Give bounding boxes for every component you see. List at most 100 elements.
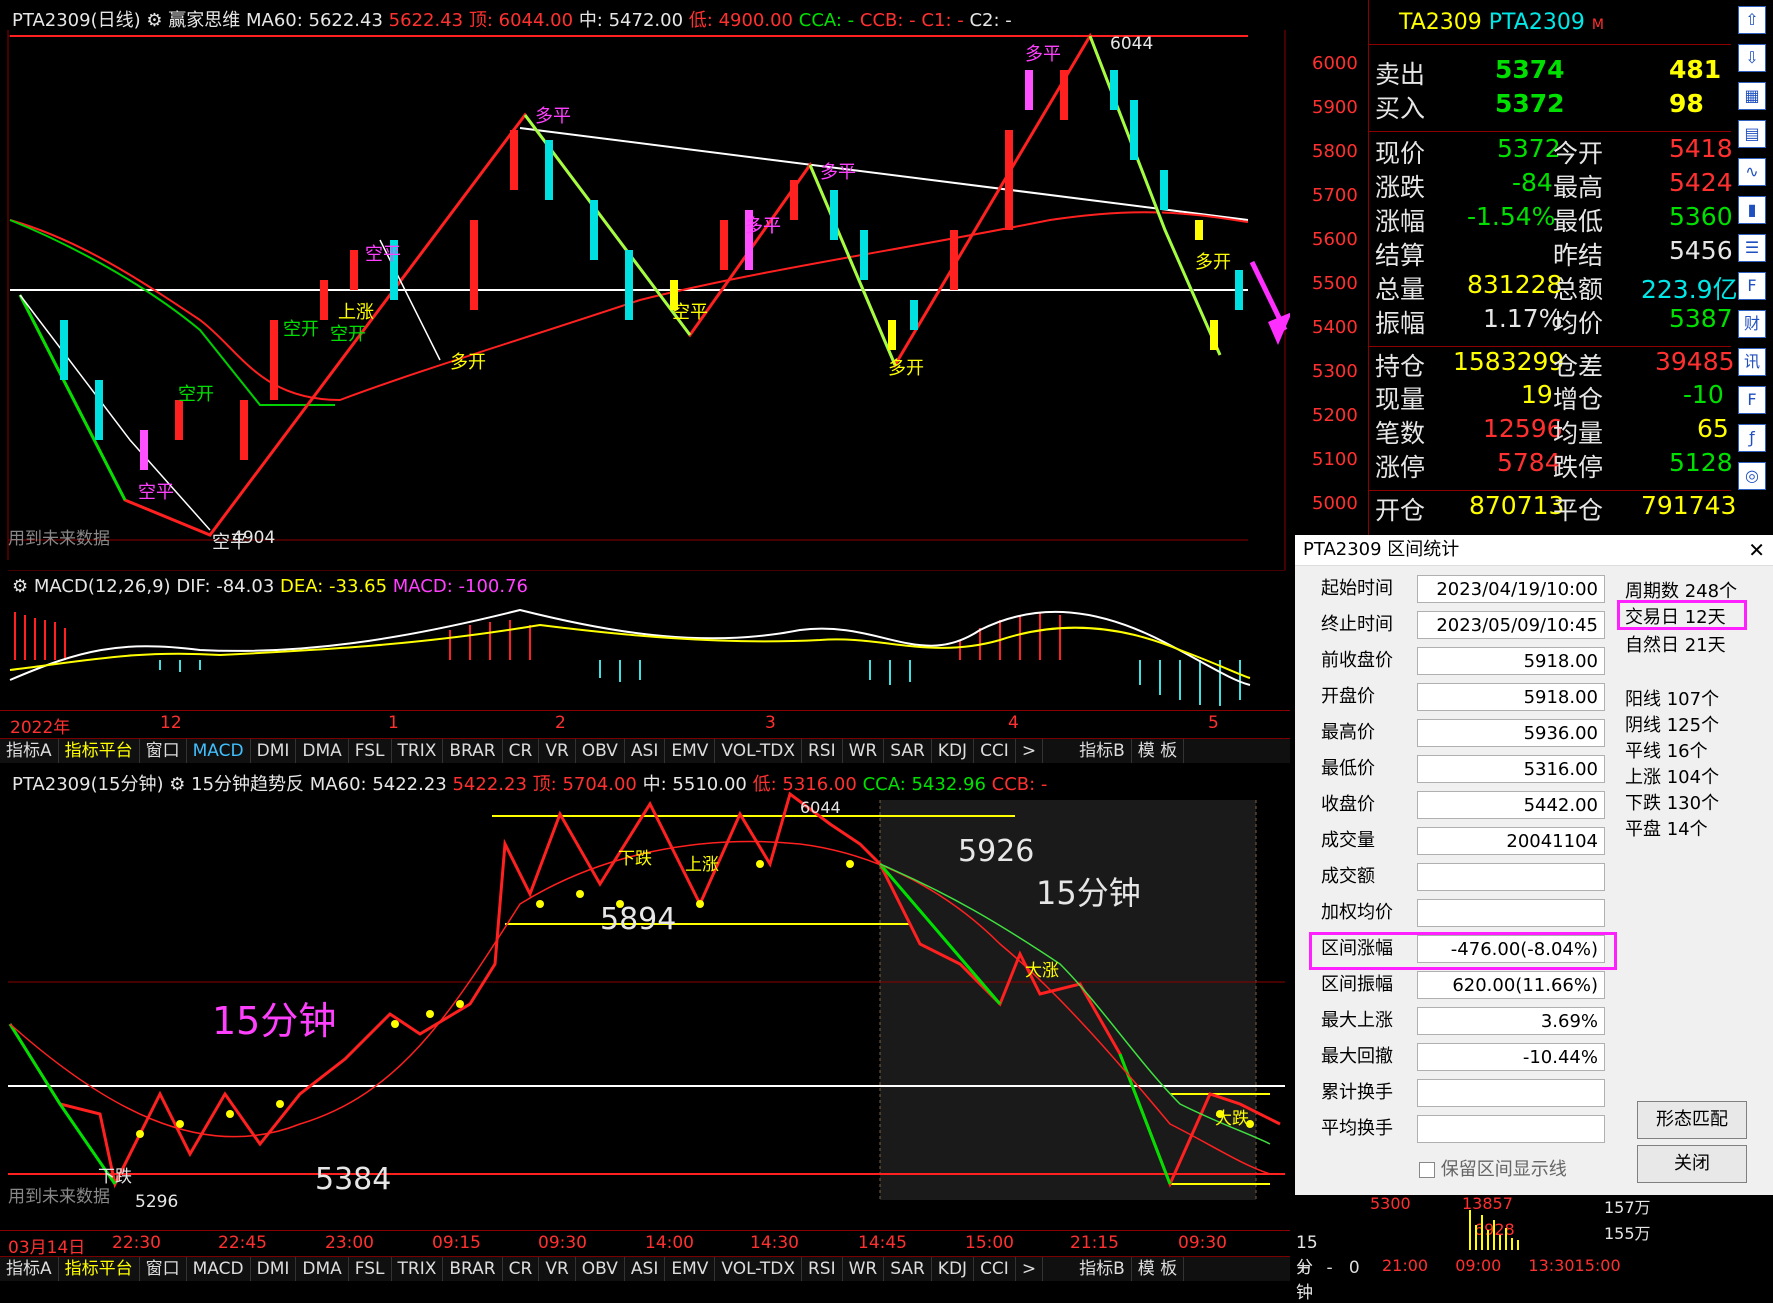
min15-indicator-name[interactable]: 15分钟趋势反 [191, 774, 304, 795]
tab-dmi[interactable]: DMI [251, 739, 297, 763]
gear-icon[interactable]: ⚙ [169, 774, 185, 795]
avg-turnover-field[interactable] [1417, 1115, 1605, 1143]
quote-code[interactable]: TA2309 [1399, 10, 1482, 35]
cum-turnover-field[interactable] [1417, 1079, 1605, 1107]
tab-asi[interactable]: ASI [625, 739, 666, 763]
tab-template[interactable]: 模 板 [1132, 1257, 1185, 1281]
max-drawdown-field[interactable]: -10.44% [1417, 1043, 1605, 1071]
tab-rsi[interactable]: RSI [802, 739, 843, 763]
tab-wr[interactable]: WR [843, 1257, 885, 1281]
tab-wr[interactable]: WR [843, 739, 885, 763]
tab-trix[interactable]: TRIX [392, 739, 444, 763]
tab-vr[interactable]: VR [539, 1257, 576, 1281]
tab-dma[interactable]: DMA [296, 739, 349, 763]
candle-icon[interactable]: ▮ [1738, 196, 1766, 224]
tab-macd[interactable]: MACD [187, 739, 251, 763]
tab-dmi[interactable]: DMI [251, 1257, 297, 1281]
tab-indicator-a[interactable]: 指标A [0, 739, 59, 763]
tab-fsl[interactable]: FSL [349, 739, 392, 763]
gear-icon[interactable]: ⚙ [12, 576, 28, 597]
tab-indicator-platform[interactable]: 指标平台 [59, 739, 140, 763]
tab-dma[interactable]: DMA [296, 1257, 349, 1281]
label-5926: 5926 [958, 834, 1035, 869]
min15-symbol[interactable]: PTA2309(15分钟) [12, 774, 164, 795]
line-icon[interactable]: ∿ [1738, 158, 1766, 186]
end-time-field[interactable]: 2023/05/09/10:45 [1417, 611, 1605, 639]
tab-obv[interactable]: OBV [576, 739, 625, 763]
prev-close-field[interactable]: 5918.00 [1417, 647, 1605, 675]
pattern-match-button[interactable]: 形态匹配 [1637, 1101, 1747, 1139]
list-icon[interactable]: ☰ [1738, 234, 1766, 262]
tab-indicator-platform[interactable]: 指标平台 [59, 1257, 140, 1281]
tab-obv[interactable]: OBV [576, 1257, 625, 1281]
tab-sar[interactable]: SAR [884, 739, 932, 763]
macd-title[interactable]: MACD(12,26,9) [34, 576, 171, 597]
grid-icon[interactable]: ▤ [1738, 120, 1766, 148]
tab-cci[interactable]: CCI [974, 739, 1016, 763]
close-field[interactable]: 5442.00 [1417, 791, 1605, 819]
high-field[interactable]: 5936.00 [1417, 719, 1605, 747]
tab-kdj[interactable]: KDJ [932, 739, 975, 763]
tab-window[interactable]: 窗口 [140, 739, 187, 763]
tab-kdj[interactable]: KDJ [932, 1257, 975, 1281]
f2-icon[interactable]: F [1738, 386, 1766, 414]
tab-indicator-a[interactable]: 指标A [0, 1257, 59, 1281]
tab-cr[interactable]: CR [503, 739, 540, 763]
macd-panel[interactable]: ⚙ MACD(12,26,9) DIF: -84.03 DEA: -33.65 … [0, 570, 1290, 710]
tab-emv[interactable]: EMV [665, 1257, 716, 1281]
daily-chart-panel[interactable]: PTA2309(日线) ⚙ 赢家思维 MA60: 5622.43 5622.43… [0, 0, 1358, 570]
zoom-in-button[interactable]: + [1296, 1258, 1310, 1278]
tab-fsl[interactable]: FSL [349, 1257, 392, 1281]
daily-indicator-name[interactable]: 赢家思维 [168, 10, 240, 31]
tab-brar[interactable]: BRAR [443, 739, 503, 763]
amount-field[interactable] [1417, 863, 1605, 891]
time-tick: 2022年 [10, 718, 71, 738]
close-icon[interactable]: ✕ [1748, 535, 1765, 565]
min15-chart-panel[interactable]: PTA2309(15分钟) ⚙ 15分钟趋势反 MA60: 5422.23 54… [0, 764, 1290, 1230]
stat-value: 831228 [1467, 270, 1563, 299]
tab-emv[interactable]: EMV [665, 739, 716, 763]
max-rise-field[interactable]: 3.69% [1417, 1007, 1605, 1035]
keep-range-option[interactable]: 保留区间显示线 [1419, 1155, 1567, 1181]
tab-indicator-b[interactable]: 指标B [1073, 1257, 1132, 1281]
info-icon[interactable]: 讯 [1738, 348, 1766, 376]
weighted-avg-field[interactable] [1417, 899, 1605, 927]
tab-indicator-b[interactable]: 指标B [1073, 739, 1132, 763]
tab-asi[interactable]: ASI [625, 1257, 666, 1281]
gear-icon[interactable]: ⚙ [146, 10, 162, 31]
tab-more[interactable]: > [1016, 739, 1044, 763]
quote-name[interactable]: PTA2309 [1489, 10, 1585, 35]
zoom-icon[interactable]: ◎ [1738, 462, 1766, 490]
finance-icon[interactable]: 财 [1738, 310, 1766, 338]
up-arrow-icon[interactable]: ⇧ [1738, 6, 1766, 34]
tab-window[interactable]: 窗口 [140, 1257, 187, 1281]
volume-field[interactable]: 20041104 [1417, 827, 1605, 855]
tab-brar[interactable]: BRAR [443, 1257, 503, 1281]
tab-trix[interactable]: TRIX [392, 1257, 444, 1281]
down-arrow-icon[interactable]: ⇩ [1738, 44, 1766, 72]
tab-rsi[interactable]: RSI [802, 1257, 843, 1281]
start-time-field[interactable]: 2023/04/19/10:00 [1417, 575, 1605, 603]
keep-range-checkbox[interactable] [1419, 1162, 1435, 1178]
tab-cci[interactable]: CCI [974, 1257, 1016, 1281]
formula-icon[interactable]: ƒ [1738, 424, 1766, 452]
tab-vol-tdx[interactable]: VOL-TDX [715, 739, 802, 763]
stat-value: 5418 [1669, 134, 1733, 163]
min15-high-label: 6044 [800, 798, 841, 817]
tab-sar[interactable]: SAR [884, 1257, 932, 1281]
range-amplitude-field[interactable]: 620.00(11.66%) [1417, 971, 1605, 999]
tab-more[interactable]: > [1016, 1257, 1044, 1281]
tab-macd[interactable]: MACD [187, 1257, 251, 1281]
f10-icon[interactable]: F [1738, 272, 1766, 300]
daily-symbol[interactable]: PTA2309(日线) [12, 10, 141, 31]
tab-vol-tdx[interactable]: VOL-TDX [715, 1257, 802, 1281]
zoom-out-button[interactable]: - [1326, 1258, 1332, 1278]
tab-vr[interactable]: VR [539, 739, 576, 763]
zoom-reset-button[interactable]: 0 [1349, 1258, 1360, 1278]
chart-icon[interactable]: ▦ [1738, 82, 1766, 110]
tab-template[interactable]: 模 板 [1132, 739, 1185, 763]
tab-cr[interactable]: CR [503, 1257, 540, 1281]
open-field[interactable]: 5918.00 [1417, 683, 1605, 711]
close-button[interactable]: 关闭 [1637, 1145, 1747, 1183]
low-field[interactable]: 5316.00 [1417, 755, 1605, 783]
